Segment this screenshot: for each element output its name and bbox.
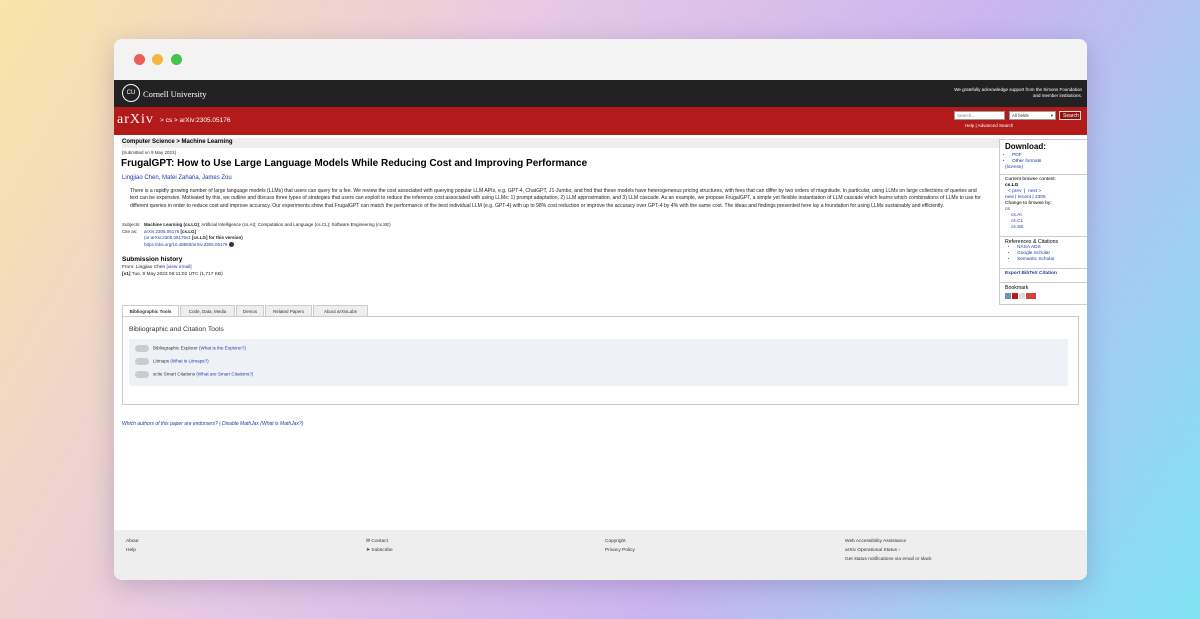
main-content: Computer Science > Machine Learning [Sub… [114,135,1087,515]
endorsers-mathjax-links[interactable]: Which authors of this paper are endorser… [122,421,303,427]
cite-label: Cite as: [122,228,138,234]
license-link[interactable]: (license) [1005,165,1023,170]
reddit-icon[interactable] [1019,293,1025,299]
browser-window: CU Cornell University We gratefully ackn… [114,39,1087,580]
version-v1-link[interactable]: [v1] [122,272,131,277]
close-window-button[interactable] [134,54,145,65]
bookmark-section: Bookmark [1000,282,1087,304]
download-title: Download: [1005,142,1046,151]
search-field-value: All fields [1012,113,1029,118]
subjects-label: Subjects: [122,222,141,227]
tool-label: Litmaps [153,358,170,364]
support-note[interactable]: We gratefully acknowledge support from t… [952,87,1082,99]
chevron-down-icon: ▾ [1050,113,1053,118]
explorer-toggle[interactable] [135,345,149,352]
footer-col-1: About Help [126,537,139,555]
tool-row: scite Smart Citations (What are Smart Ci… [135,371,253,378]
references-section: References & Citations NASA ADS Google S… [1000,236,1087,265]
subject-header: Computer Science > Machine Learning [122,138,1002,148]
export-section: Export BibTeX Citation [1000,268,1087,279]
envelope-icon: ✉ [366,539,371,544]
search-button[interactable]: Search [1059,111,1081,120]
sidebar: Download: PDF Other formats (license) Cu… [999,139,1087,305]
help-links[interactable]: Help | Advanced Search [965,123,1013,128]
browse-cs-ai-link[interactable]: cs.AI [1011,213,1022,218]
tool-row: Bibliographic Explorer (What is the Expl… [135,345,246,352]
export-bibtex-link[interactable]: Export BibTeX Citation [1005,271,1057,276]
scite-toggle[interactable] [135,371,149,378]
privacy-link[interactable]: Privacy Policy [605,546,635,555]
footer: About Help ✉ Contact ➤ Subscribe Copyrig… [114,530,1087,580]
status-notifications[interactable]: Get status notifications via email or sl… [845,555,932,564]
copyright-link[interactable]: Copyright [605,537,635,546]
cite-category: [cs.LG] [180,228,197,234]
paper-title: FrugalGPT: How to Use Large Language Mod… [121,158,588,169]
semantic-scholar-link[interactable]: Semantic Scholar [1017,257,1082,263]
submission-history: From: Lingjiao Chen [view email] [v1] Tu… [122,265,223,278]
tools-title: Bibliographic and Citation Tools [129,326,224,333]
download-list: PDF Other formats [1012,153,1087,165]
bookmark-title: Bookmark [1005,285,1029,291]
send-icon: ➤ [366,548,371,553]
explorer-help-link[interactable]: (What is the Explorer?) [199,346,246,351]
cornell-seal-icon[interactable]: CU [122,84,140,102]
subscribe-link[interactable]: Subscribe [371,548,392,553]
litmaps-help-link[interactable]: (What is Litmaps?) [170,359,208,364]
tool-row: Litmaps (What is Litmaps?) [135,358,209,365]
litmaps-toggle[interactable] [135,358,149,365]
about-link[interactable]: About [126,537,139,546]
window-titlebar [114,39,1087,80]
arxiv-navbar: arXiv > cs > arXiv:2305.05176 Search... … [114,107,1087,135]
submission-date: [Submitted on 9 May 2023] [122,150,176,155]
mendeley-icon[interactable] [1012,293,1018,299]
chevron-right-icon: › [898,548,900,553]
secondary-subjects: ; Artificial Intelligence (cs.AI); Compu… [199,222,391,227]
tools-panel: Bibliographic and Citation Tools Bibliog… [122,316,1079,405]
scite-help-link[interactable]: (What are Smart Citations?) [196,372,253,377]
info-icon[interactable] [228,242,234,248]
breadcrumb[interactable]: > cs > arXiv:2305.05176 [160,117,230,124]
maximize-window-button[interactable] [171,54,182,65]
next-link[interactable]: next > [1028,189,1041,194]
browse-cs-cl-link[interactable]: cs.CL [1011,219,1023,224]
footer-col-3: Copyright Privacy Policy [605,537,635,555]
cornell-link[interactable]: Cornell University [143,89,207,99]
browse-context: Current browse context: cs.LG < prev | n… [1000,174,1087,233]
browse-cs-link[interactable]: cs [1005,207,1010,212]
history-date: Tue, 9 May 2023 06:11:02 UTC (1,717 KB) [131,271,223,277]
cornell-header: CU Cornell University We gratefully ackn… [114,80,1087,107]
minimize-window-button[interactable] [152,54,163,65]
new-recent-links[interactable]: new | recent | 2305 [1005,195,1046,200]
bibsonomy-icon[interactable] [1005,293,1011,299]
tool-label: Bibliographic Explorer [153,345,198,351]
doi-link[interactable]: https://doi.org/10.48550/arXiv.2305.0517… [144,242,227,247]
accessibility-link[interactable]: Web Accessibility Assistance [845,537,932,546]
primary-subject: Machine Learning (cs.LG) [144,222,200,227]
version-category: [cs.LG] for this version) [192,235,243,241]
help-link[interactable]: Help [126,546,139,555]
view-email-link[interactable]: [view email] [167,265,192,270]
status-link[interactable]: arXiv Operational Status [845,548,897,553]
prev-link[interactable]: < prev [1008,189,1021,194]
arxiv-logo[interactable]: arXiv [117,112,154,128]
search-field-select[interactable]: All fields ▾ [1009,111,1056,120]
science-wise-icon[interactable] [1026,293,1036,299]
footer-col-4: Web Accessibility Assistance arXiv Opera… [845,537,932,564]
contact-link[interactable]: Contact [371,539,388,544]
tool-label: scite Smart Citations [153,371,196,377]
browse-cs-se-link[interactable]: cs.SE [1011,225,1024,230]
version-link[interactable]: (or arXiv:2305.05176v1 [144,235,191,240]
tools-list: Bibliographic Explorer (What is the Expl… [129,339,1068,386]
footer-col-2: ✉ Contact ➤ Subscribe [366,537,393,555]
history-from: From: Lingjiao Chen [122,265,166,270]
submission-history-title: Submission history [122,256,183,263]
arxiv-id-link[interactable]: arXiv:2305.05176 [144,229,179,234]
search-input[interactable]: Search... [954,111,1005,120]
abstract: There is a rapidly growing number of lar… [130,188,981,209]
metadata-table: Subjects: Machine Learning (cs.LG); Artif… [122,222,391,248]
author-list[interactable]: Lingjiao Chen, Matei Zaharia, James Zou [122,175,232,181]
